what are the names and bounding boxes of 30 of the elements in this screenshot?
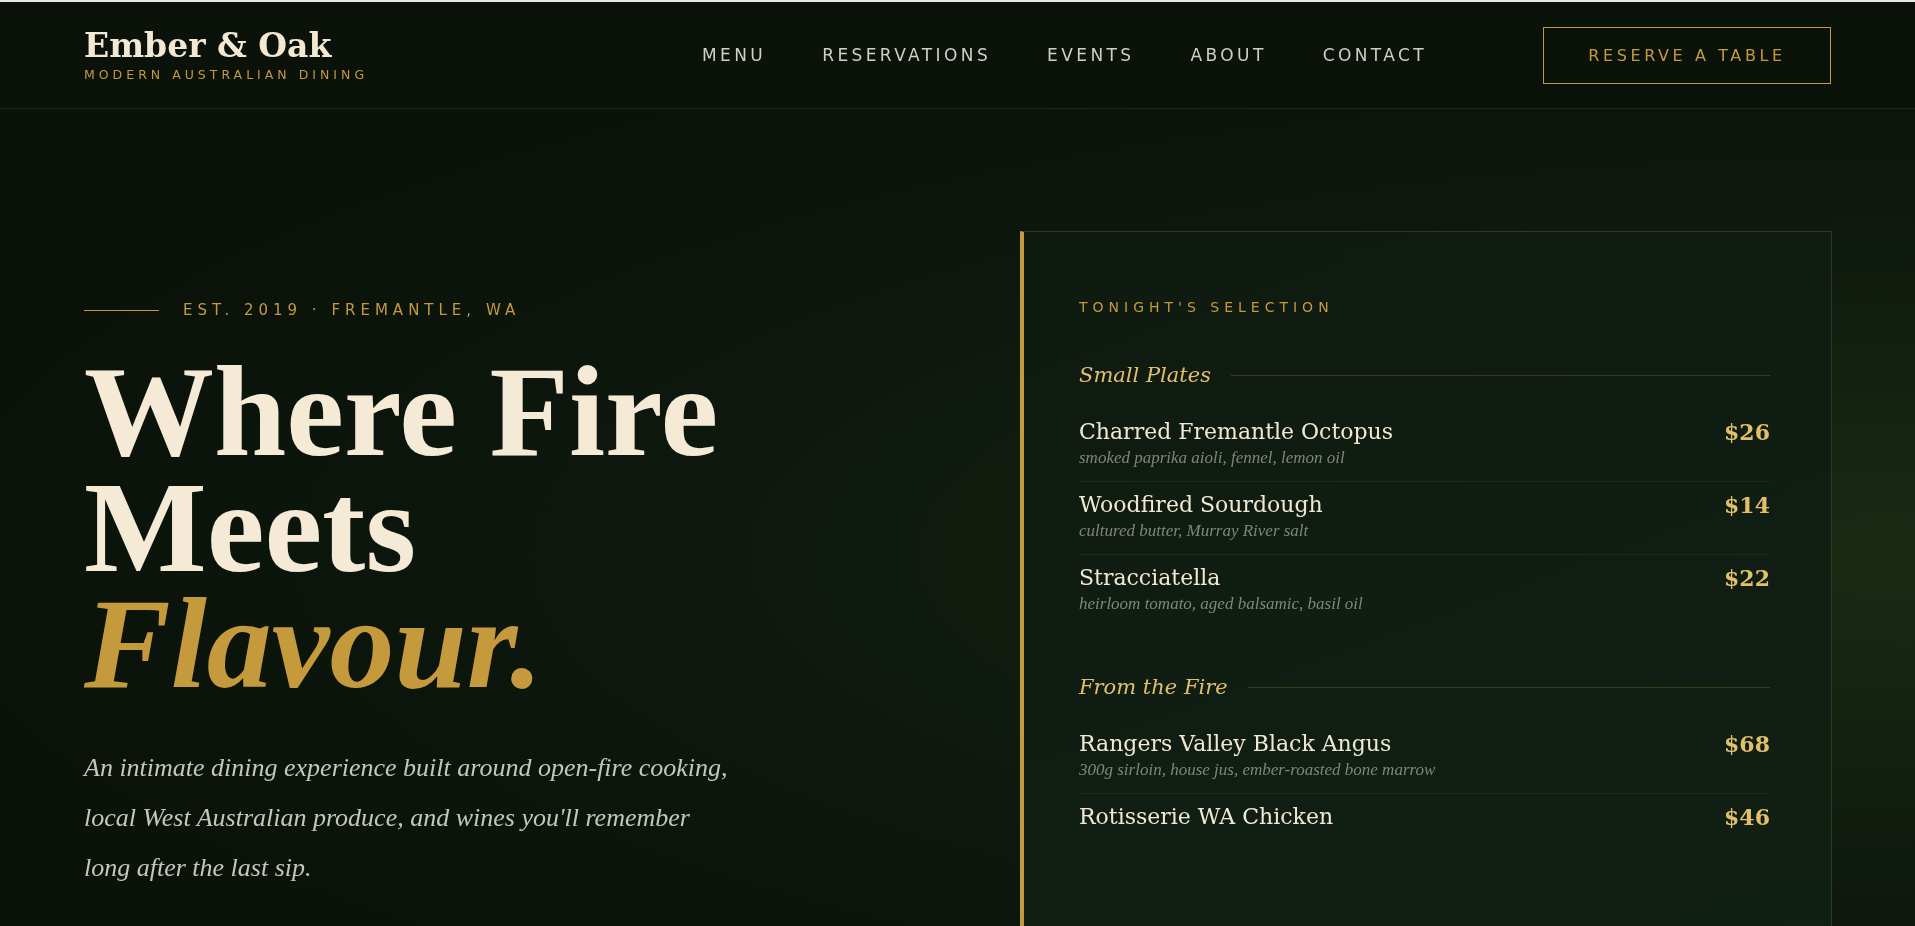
eyebrow-text: EST. 2019 · FREMANTLE, WA (183, 301, 521, 319)
dish-name: Woodfired Sourdough (1079, 492, 1323, 517)
nav-link[interactable]: MENU (702, 45, 767, 65)
dish-description: heirloom tomato, aged balsamic, basil oil (1079, 594, 1363, 614)
brand-name[interactable]: Ember & Oak (84, 28, 554, 65)
card-title: TONIGHT'S SELECTION (1079, 299, 1335, 315)
dish-name: Rotisserie WA Chicken (1079, 804, 1334, 829)
nav-link[interactable]: RESERVATIONS (822, 45, 992, 65)
nav-link[interactable]: ABOUT (1190, 45, 1267, 65)
dish-price: $68 (1724, 731, 1770, 757)
dish-name: Stracciatella (1079, 565, 1222, 590)
dish-description: cultured butter, Murray River salt (1079, 521, 1310, 541)
dish-description: 300g sirloin, house jus, ember-roasted bone marrow (1079, 760, 1436, 780)
dish-price: $26 (1724, 419, 1770, 445)
brand-tagline: MODERN AUSTRALIAN DINING (84, 66, 370, 82)
section-title: From the Fire (1079, 675, 1228, 699)
dish-name: Rangers Valley Black Angus (1079, 731, 1393, 756)
headline-line: Meets (84, 469, 416, 585)
intro-paragraph: An intimate dining experience built around open-fire cooking, local West Australian produce, and wines you'll remember long after the last sip. (84, 752, 729, 884)
headline-accent: Flavour. (84, 585, 543, 701)
dish-description: smoked paprika aioli, fennel, lemon oil (1079, 448, 1346, 468)
section-title: Small Plates (1079, 363, 1211, 387)
dish-price: $14 (1724, 492, 1770, 518)
dish-price: $22 (1724, 565, 1770, 591)
dish-name: Charred Fremantle Octopus (1079, 419, 1394, 444)
nav-link[interactable]: CONTACT (1322, 45, 1428, 65)
dish-price: $46 (1724, 804, 1770, 830)
nav-link[interactable]: EVENTS (1047, 45, 1135, 65)
headline-line: Where Fire (84, 353, 719, 469)
reserve-button[interactable]: RESERVE A TABLE (1543, 26, 1831, 84)
